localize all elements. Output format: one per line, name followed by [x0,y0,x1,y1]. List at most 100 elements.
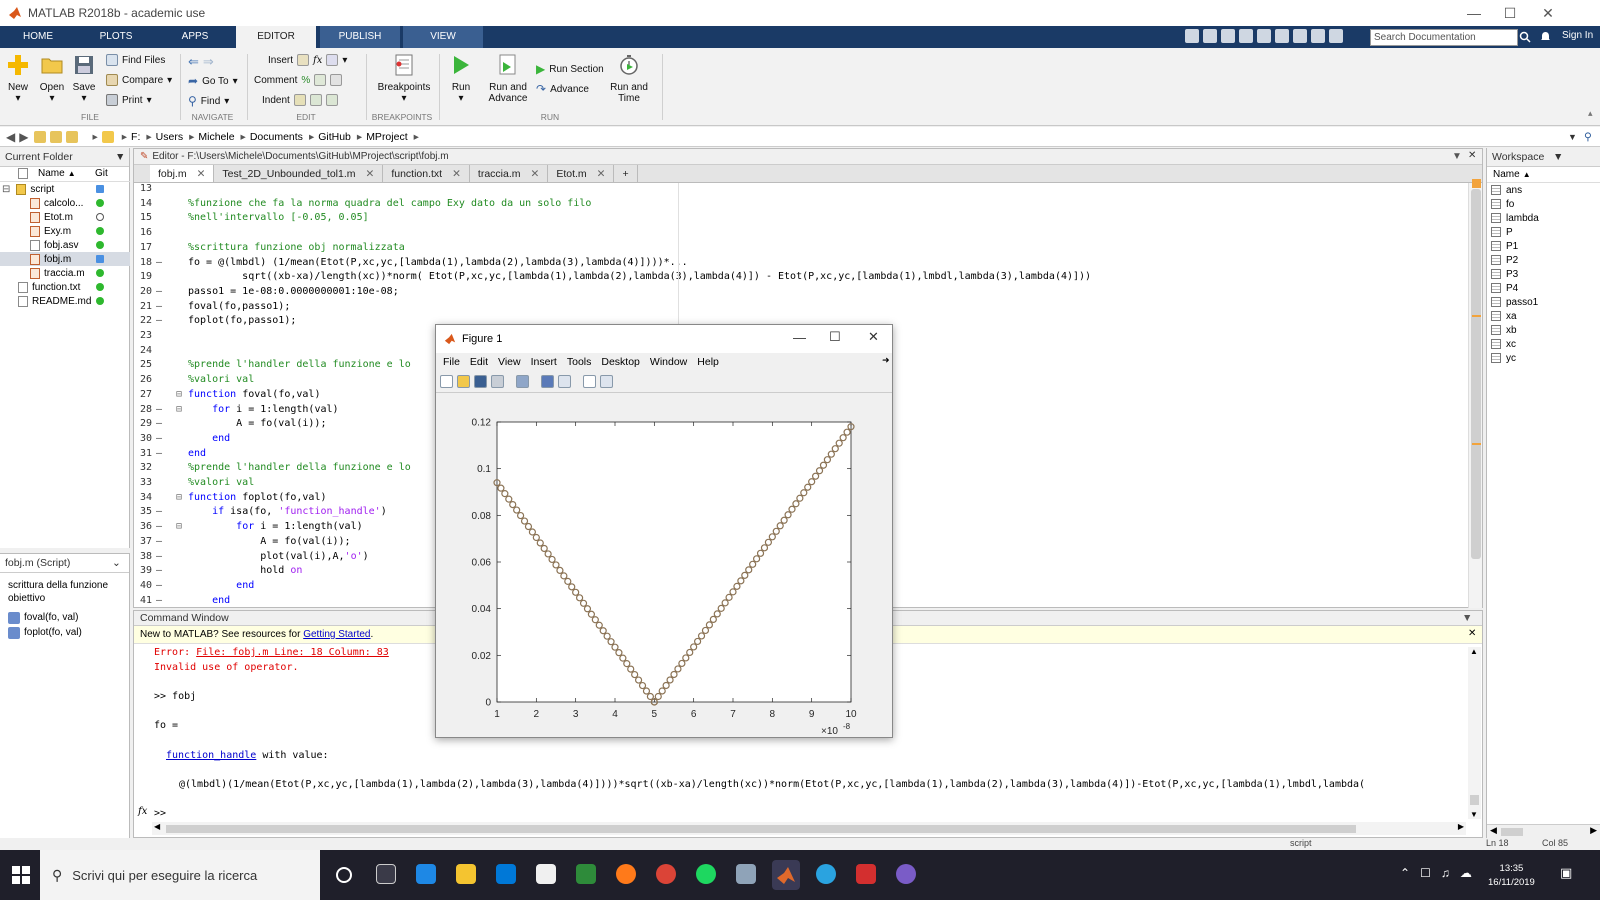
mail-icon[interactable] [536,864,556,884]
code-line[interactable]: 15 %nell'intervallo [-0.05, 0.05] [134,212,1469,227]
function-item-foplot[interactable]: foplot(fo, val) [8,626,121,639]
advance-button[interactable]: ↷ Advance [536,82,589,96]
figure-menu-window[interactable]: Window [650,356,687,368]
folder-history-icon[interactable] [66,130,79,143]
line-number[interactable]: 21 [134,301,152,312]
scroll-up-icon[interactable]: ▲ [1470,647,1478,656]
compare-button[interactable]: Compare ▾ [106,74,172,86]
figure-minimize-icon[interactable]: — [793,330,806,345]
code-line[interactable]: 13 [134,183,1469,198]
breakpoint-gutter[interactable]: — [156,418,162,429]
analyzer-status-icon[interactable] [1472,179,1481,188]
go-to-button[interactable]: ➦ Go To ▾ [188,74,238,88]
breadcrumb-1[interactable]: Users [156,131,183,143]
workspace-column-name[interactable]: Name [1493,169,1520,180]
tab-close-icon[interactable]: ✕ [366,168,375,180]
figure-menu-file[interactable]: File [443,356,460,368]
menubar-arrow-icon[interactable]: ➜ [882,355,890,366]
volume-icon[interactable]: ♫ [1441,866,1450,880]
run-button[interactable]: Run ▾ [447,54,475,104]
function-handle-link[interactable]: function_handle [166,750,256,761]
close-icon[interactable]: ✕ [1530,0,1566,26]
figure-menu-edit[interactable]: Edit [470,356,488,368]
breakpoint-gutter[interactable]: — [156,580,162,591]
wrap-comments-icon[interactable] [330,74,343,86]
workspace-variable[interactable]: P3 [1487,267,1600,281]
breadcrumb-2[interactable]: Michele [198,131,234,143]
breadcrumb-0[interactable]: F: [131,131,140,143]
workspace-variable[interactable]: passo1 [1487,295,1600,309]
search-icon[interactable] [1519,31,1531,43]
legend-icon[interactable] [558,375,571,388]
figure-window[interactable]: Figure 1 — ☐ ✕ File Edit View Insert Tools De… [435,324,893,738]
code-fold-icon[interactable]: ⊟ [176,521,182,532]
line-number[interactable]: 27 [134,389,152,400]
workspace-variable[interactable]: fo [1487,197,1600,211]
editor-scroll-thumb[interactable] [1471,189,1481,559]
line-number[interactable]: 41 [134,595,152,606]
editor-scrollbar[interactable] [1468,183,1482,608]
scroll-down-icon[interactable]: ▼ [1470,810,1478,819]
breakpoint-gutter[interactable]: — [156,286,162,297]
line-number[interactable]: 13 [134,183,152,194]
search-folder-icon[interactable]: ⚲ [1584,131,1592,143]
browse-folder-icon[interactable] [50,130,63,143]
workspace-variable[interactable]: P2 [1487,253,1600,267]
telegram-icon[interactable] [816,864,836,884]
code-fold-icon[interactable]: ⊟ [176,389,182,400]
back-icon[interactable]: ◀ [6,130,15,144]
community-icon[interactable] [1329,29,1343,43]
breakpoint-gutter[interactable]: — [156,301,162,312]
tab-close-icon[interactable]: ✕ [452,168,461,180]
new-button[interactable]: New ▾ [4,54,32,104]
workspace-variable[interactable]: lambda [1487,211,1600,225]
breakpoint-gutter[interactable]: — [156,506,162,517]
figure-menu-insert[interactable]: Insert [531,356,557,368]
tab-plots[interactable]: PLOTS [78,26,154,48]
line-number[interactable]: 32 [134,462,152,473]
tab-home[interactable]: HOME [0,26,76,48]
taskbar-search-input[interactable]: ⚲ Scrivi qui per eseguire la ricerca [40,850,320,900]
file-item[interactable]: fobj.m [0,252,130,266]
taskbar-clock[interactable]: 13:35 16/11/2019 [1488,862,1535,890]
line-number[interactable]: 15 [134,212,152,223]
edge-icon[interactable] [416,864,436,884]
file-item[interactable]: README.md [0,294,130,308]
scroll-left-icon[interactable]: ◀ [154,822,160,831]
save-figure-icon[interactable] [474,375,487,388]
run-section-button[interactable]: ▶ Run Section [536,62,604,76]
minimize-icon[interactable]: — [1456,0,1492,26]
tree-collapse-icon[interactable]: ⊟ [2,184,10,195]
editor-close-icon[interactable]: ✕ [1468,150,1476,161]
workspace-variable[interactable]: P4 [1487,281,1600,295]
command-window-menu-icon[interactable]: ▼ [1462,612,1472,624]
comment-button[interactable]: Comment% [254,74,343,86]
code-line[interactable]: 19 sqrt((xb-xa)/length(xc))*norm( Etot(P… [134,271,1469,286]
code-line[interactable]: 18 — fo = @(lmbdl) (1/mean(Etot(P,xc,yc,[l… [134,257,1469,272]
code-line[interactable]: 20 — passo1 = 1e-08:0.0000000001:10e-08; [134,286,1469,301]
line-number[interactable]: 20 [134,286,152,297]
back-forward-buttons[interactable]: ⇐ ⇒ [188,54,214,70]
code-line[interactable]: 21 — foval(fo,passo1); [134,301,1469,316]
editor-tab[interactable]: traccia.m ✕ [470,165,549,182]
line-number[interactable]: 36 [134,521,152,532]
line-number[interactable]: 29 [134,418,152,429]
breakpoint-gutter[interactable]: — [156,404,162,415]
code-line[interactable]: 16 [134,227,1469,242]
line-number[interactable]: 18 [134,257,152,268]
line-number[interactable]: 35 [134,506,152,517]
workspace-variable[interactable]: P [1487,225,1600,239]
file-item[interactable]: ⊟ script [0,182,130,196]
figure-menu-help[interactable]: Help [697,356,719,368]
bell-icon[interactable] [1540,31,1551,43]
details-collapse-icon[interactable]: ⌄ [112,557,121,569]
cut-icon[interactable] [1203,29,1217,43]
notification-icon[interactable]: ▣ [1560,865,1572,881]
copy-icon[interactable] [1221,29,1235,43]
workspace-variable[interactable]: ans [1487,183,1600,197]
breadcrumb-4[interactable]: GitHub [318,131,351,143]
save-icon[interactable] [1185,29,1199,43]
line-number[interactable]: 25 [134,359,152,370]
line-number[interactable]: 17 [134,242,152,253]
function-item-foval[interactable]: foval(fo, val) [8,611,121,624]
